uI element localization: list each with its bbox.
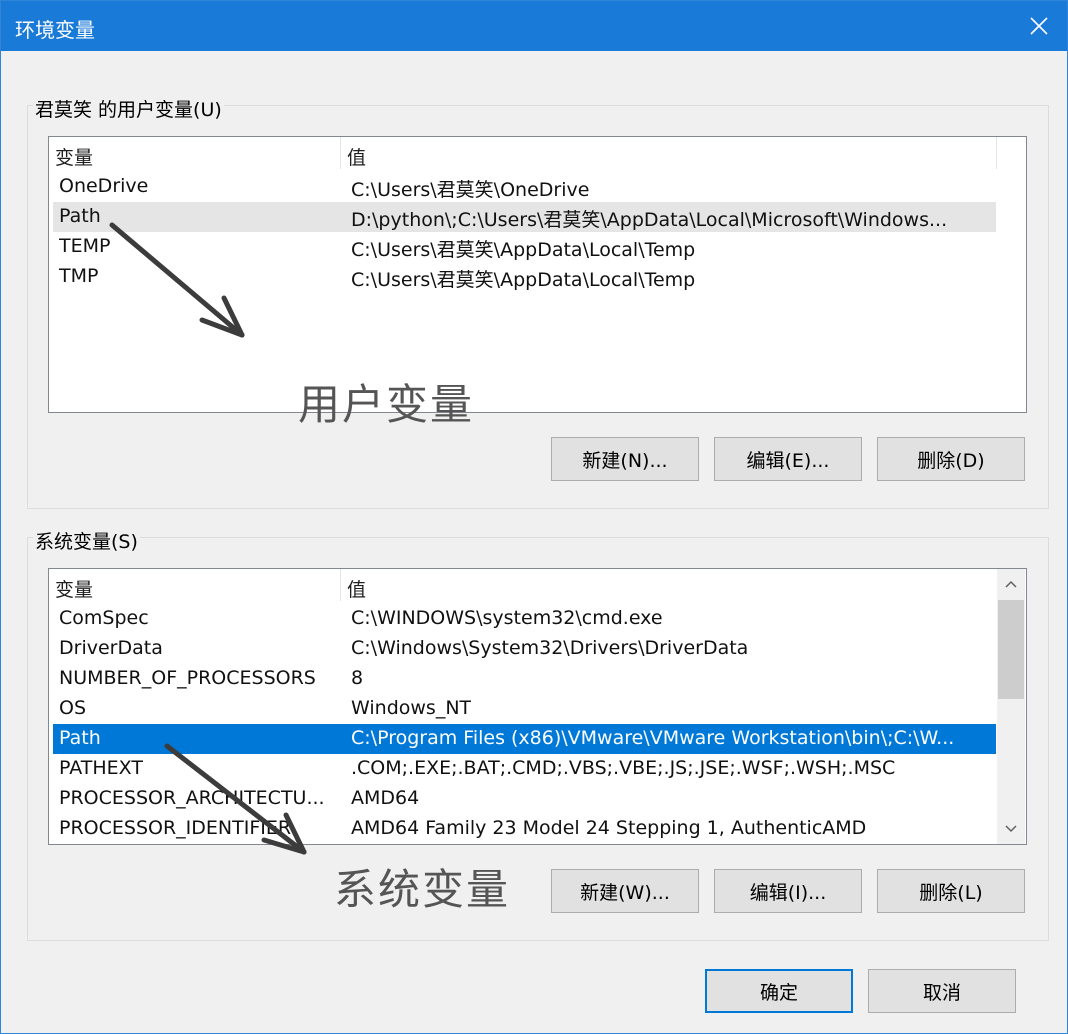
var-name: Path xyxy=(59,205,101,227)
ok-button[interactable]: 确定 xyxy=(705,969,853,1013)
var-value: C:\Users\君莫笑\OneDrive xyxy=(351,179,590,201)
var-value: C:\WINDOWS\system32\cmd.exe xyxy=(351,607,663,629)
scroll-up-button[interactable] xyxy=(997,569,1025,599)
var-name: PROCESSOR_ARCHITECTU... xyxy=(59,787,325,809)
system-new-button[interactable]: 新建(W)... xyxy=(551,869,699,913)
system-var-row-os[interactable]: OS Windows_NT xyxy=(53,694,996,724)
title-bar: 环境变量 xyxy=(1,1,1067,51)
user-var-row-tmp[interactable]: TMP C:\Users\君莫笑\AppData\Local\Temp xyxy=(53,262,996,292)
user-vars-group-label: 君莫笑 的用户变量(U) xyxy=(33,95,224,122)
system-var-row-processor-identifier[interactable]: PROCESSOR_IDENTIFIER AMD64 Family 23 Mod… xyxy=(53,814,996,844)
column-divider[interactable] xyxy=(340,137,341,169)
user-var-row-onedrive[interactable]: OneDrive C:\Users\君莫笑\OneDrive xyxy=(53,172,996,202)
environment-variables-dialog: 环境变量 君莫笑 的用户变量(U) 变量 值 OneDrive C:\Users… xyxy=(0,0,1068,1034)
cancel-button[interactable]: 取消 xyxy=(868,969,1016,1013)
var-value: D:\python\;C:\Users\君莫笑\AppData\Local\Mi… xyxy=(351,209,948,231)
var-value: C:\Windows\System32\Drivers\DriverData xyxy=(351,637,749,659)
system-vars-group-label: 系统变量(S) xyxy=(33,527,140,554)
system-var-row-pathext[interactable]: PATHEXT .COM;.EXE;.BAT;.CMD;.VBS;.VBE;.J… xyxy=(53,754,996,784)
close-button[interactable] xyxy=(1011,1,1067,51)
column-header-value[interactable]: 值 xyxy=(347,143,366,170)
user-vars-header: 变量 值 xyxy=(49,140,1026,170)
var-name: TMP xyxy=(59,265,99,287)
var-value: C:\Program Files (x86)\VMware\VMware Wor… xyxy=(351,727,955,749)
var-value: 8 xyxy=(351,667,364,689)
var-name: OneDrive xyxy=(59,175,149,197)
var-value: .COM;.EXE;.BAT;.CMD;.VBS;.VBE;.JS;.JSE;.… xyxy=(351,757,896,779)
column-divider[interactable] xyxy=(340,569,341,601)
var-value: Windows_NT xyxy=(351,697,472,719)
scroll-thumb[interactable] xyxy=(998,600,1024,699)
scroll-down-button[interactable] xyxy=(997,814,1025,844)
system-vars-header: 变量 值 xyxy=(49,572,996,602)
user-edit-button[interactable]: 编辑(E)... xyxy=(714,437,862,481)
column-header-value[interactable]: 值 xyxy=(347,575,366,602)
system-vars-annotation: 系统变量 xyxy=(334,865,511,914)
var-name: Path xyxy=(59,727,101,749)
user-vars-annotation: 用户变量 xyxy=(298,380,475,429)
vertical-scrollbar[interactable] xyxy=(997,569,1025,844)
system-edit-button[interactable]: 编辑(I)... xyxy=(714,869,862,913)
system-delete-button[interactable]: 删除(L) xyxy=(877,869,1025,913)
var-name: DriverData xyxy=(59,637,163,659)
var-value: C:\Users\君莫笑\AppData\Local\Temp xyxy=(351,239,696,261)
var-name: PATHEXT xyxy=(59,757,143,779)
column-divider[interactable] xyxy=(996,137,997,169)
var-name: ComSpec xyxy=(59,607,149,629)
user-new-button[interactable]: 新建(N)... xyxy=(551,437,699,481)
var-name: OS xyxy=(59,697,87,719)
var-value: AMD64 Family 23 Model 24 Stepping 1, Aut… xyxy=(351,817,867,839)
chevron-down-icon xyxy=(1005,825,1017,833)
system-var-row-comspec[interactable]: ComSpec C:\WINDOWS\system32\cmd.exe xyxy=(53,604,996,634)
system-var-row-path[interactable]: Path C:\Program Files (x86)\VMware\VMwar… xyxy=(53,724,996,754)
var-name: PROCESSOR_IDENTIFIER xyxy=(59,817,292,839)
column-header-name[interactable]: 变量 xyxy=(55,575,93,602)
system-var-row-driverdata[interactable]: DriverData C:\Windows\System32\Drivers\D… xyxy=(53,634,996,664)
system-vars-list[interactable]: 变量 值 ComSpec C:\WINDOWS\system32\cmd.exe… xyxy=(48,568,1027,845)
var-name: TEMP xyxy=(59,235,111,257)
user-var-row-path[interactable]: Path D:\python\;C:\Users\君莫笑\AppData\Loc… xyxy=(53,202,996,232)
user-delete-button[interactable]: 删除(D) xyxy=(877,437,1025,481)
user-vars-list[interactable]: 变量 值 OneDrive C:\Users\君莫笑\OneDrive Path… xyxy=(48,136,1027,413)
user-var-row-temp[interactable]: TEMP C:\Users\君莫笑\AppData\Local\Temp xyxy=(53,232,996,262)
system-var-row-number-of-processors[interactable]: NUMBER_OF_PROCESSORS 8 xyxy=(53,664,996,694)
close-icon xyxy=(1030,17,1048,35)
var-name: NUMBER_OF_PROCESSORS xyxy=(59,667,316,689)
window-title: 环境变量 xyxy=(15,18,95,42)
system-var-row-processor-architecture[interactable]: PROCESSOR_ARCHITECTU... AMD64 xyxy=(53,784,996,814)
var-value: C:\Users\君莫笑\AppData\Local\Temp xyxy=(351,269,696,291)
var-value: AMD64 xyxy=(351,787,420,809)
column-header-name[interactable]: 变量 xyxy=(55,143,93,170)
chevron-up-icon xyxy=(1005,580,1017,588)
